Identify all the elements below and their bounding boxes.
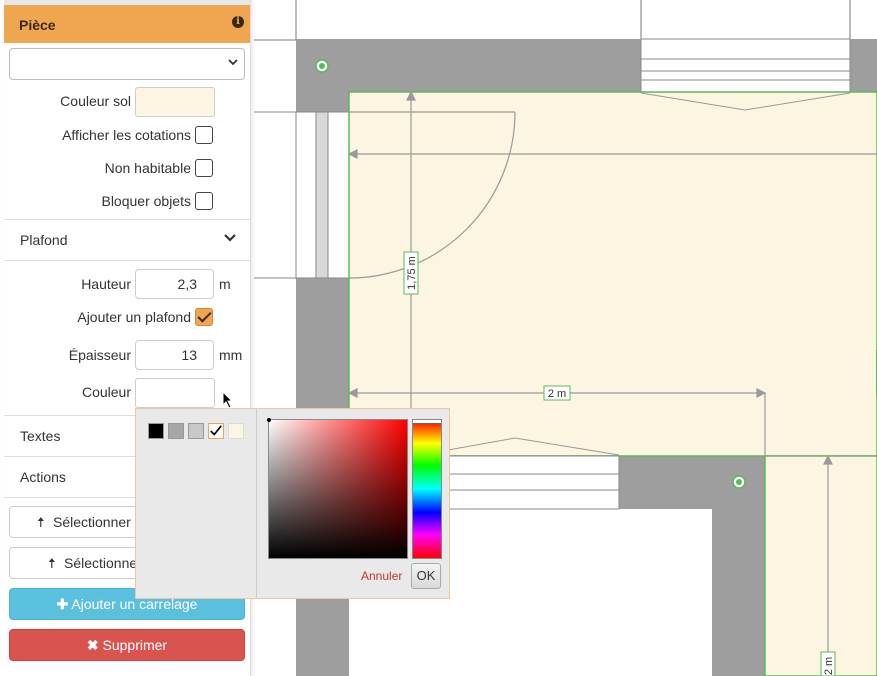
- room-area[interactable]: [348, 91, 877, 457]
- block-objects-checkbox[interactable]: [195, 192, 213, 210]
- non-habitable-checkbox[interactable]: [195, 159, 213, 177]
- dim-text-vertical: 1,75 m: [406, 256, 418, 290]
- show-dimensions-label: Afficher les cotations: [62, 127, 191, 143]
- panel-title: Pièce: [19, 17, 56, 33]
- room-area-lower[interactable]: [764, 455, 877, 676]
- picker-divider: [256, 409, 257, 598]
- thickness-unit: mm: [219, 347, 243, 363]
- cancel-link[interactable]: Annuler: [361, 569, 402, 583]
- hue-slider[interactable]: [412, 419, 442, 559]
- non-habitable-label: Non habitable: [104, 160, 191, 176]
- plan-outlines: [254, 0, 851, 41]
- ok-button[interactable]: OK: [411, 563, 441, 589]
- thickness-label: Épaisseur: [68, 347, 131, 363]
- ceiling-height-label: Hauteur: [81, 276, 131, 292]
- ceiling-height-input[interactable]: 2,3: [135, 269, 214, 299]
- chevron-down-icon[interactable]: [224, 234, 236, 242]
- panel-header: Pièce i: [4, 5, 250, 43]
- palette-swatch-light-gray[interactable]: [188, 423, 204, 439]
- palette-swatch-gray[interactable]: [168, 423, 184, 439]
- dim-text-horizontal: 2 m: [548, 388, 566, 400]
- dim-label-vertical: 1,75 m: [403, 251, 419, 295]
- divider: [4, 219, 250, 220]
- floor-color-label: Couleur sol: [60, 93, 131, 109]
- palette-swatch-cream[interactable]: [228, 423, 244, 439]
- ceiling-section-title[interactable]: Plafond: [20, 232, 67, 248]
- palette-swatch-black[interactable]: [148, 423, 164, 439]
- thickness-input[interactable]: 13: [135, 340, 214, 370]
- info-icon[interactable]: i: [232, 16, 244, 28]
- saturation-value-area[interactable]: [267, 418, 408, 559]
- hue-slider-handle[interactable]: [413, 420, 441, 424]
- ceiling-color-label: Couleur: [81, 384, 131, 400]
- plus-icon: ✚: [56, 596, 69, 612]
- actions-section-title[interactable]: Actions: [20, 469, 66, 485]
- corner-handle[interactable]: [315, 59, 329, 73]
- dim-label-horizontal: 2 m: [543, 385, 571, 401]
- dim-label-right: 2 m: [820, 651, 836, 676]
- sv-cursor[interactable]: [267, 418, 271, 422]
- show-dimensions-checkbox[interactable]: [195, 126, 213, 144]
- corner-handle[interactable]: [732, 475, 746, 489]
- arrow-up-icon: 🠅: [48, 555, 56, 571]
- room-type-select[interactable]: [9, 48, 245, 80]
- arrow-up-icon: 🠅: [37, 514, 45, 530]
- dim-text-right: 2 m: [823, 657, 835, 675]
- select-button-2-label: Sélectionner: [64, 555, 142, 571]
- texts-section-title[interactable]: Textes: [20, 428, 60, 444]
- check-icon: [210, 425, 222, 436]
- close-icon: ✖: [86, 637, 99, 653]
- add-ceiling-checkbox[interactable]: [195, 308, 213, 326]
- left-window: [254, 111, 350, 279]
- mouse-cursor-icon: [222, 391, 234, 409]
- ceiling-height-unit: m: [219, 276, 231, 292]
- divider: [4, 260, 250, 261]
- chevron-down-icon: [228, 59, 238, 66]
- top-window: [640, 38, 851, 93]
- color-picker-popup: Annuler OK: [135, 408, 450, 599]
- delete-button[interactable]: ✖ Supprimer: [9, 629, 245, 661]
- block-objects-label: Bloquer objets: [101, 193, 191, 209]
- ceiling-color-swatch[interactable]: [135, 378, 215, 408]
- delete-label: Supprimer: [102, 637, 168, 653]
- add-ceiling-label: Ajouter un plafond: [77, 309, 191, 325]
- floor-color-swatch[interactable]: [135, 87, 215, 117]
- palette-swatch-white-selected[interactable]: [208, 423, 224, 439]
- select-button-1-label: Sélectionner: [53, 514, 131, 530]
